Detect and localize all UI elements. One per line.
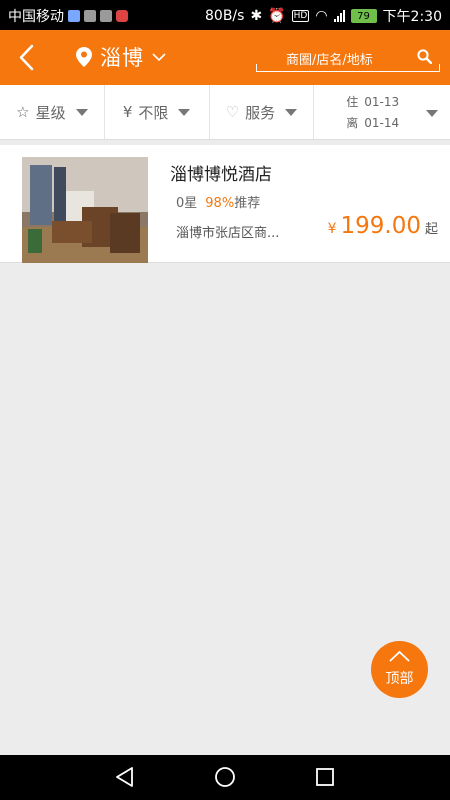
back-to-top-label: 顶部 — [385, 671, 414, 687]
status-bar: 中国移动 80B/s ✱ ⏰ HD ◠ 79 下午2:30 — [0, 0, 450, 30]
checkin-date: 01-13 — [364, 95, 400, 109]
price-amount: 199.00 — [340, 213, 421, 239]
hotel-name: 淄博博悦酒店 — [170, 165, 272, 185]
network-speed: 80B/s — [205, 8, 245, 24]
filter-dates[interactable]: 住 01-13 离 01-14 — [314, 85, 450, 139]
system-nav-bar — [0, 755, 450, 800]
hd-icon: HD — [291, 10, 310, 22]
city-name: 淄博 — [100, 46, 144, 70]
battery-icon: 79 — [350, 9, 377, 23]
filter-star-level[interactable]: ☆ 星级 — [0, 85, 105, 139]
currency-symbol: ¥ — [327, 221, 337, 237]
hotel-address: 淄博市张店区商... — [176, 226, 280, 241]
filter-service[interactable]: ♡ 服务 — [210, 85, 315, 139]
hotel-thumbnail — [22, 157, 148, 263]
sim-icon — [100, 10, 112, 22]
filter-price[interactable]: ¥ 不限 — [105, 85, 210, 139]
wifi-icon: ◠ — [315, 8, 328, 24]
price-suffix: 起 — [424, 222, 438, 237]
alarm-icon: ⏰ — [268, 8, 286, 24]
search-icon[interactable] — [417, 49, 432, 64]
caret-down-icon — [178, 108, 191, 116]
clock: 下午2:30 — [382, 9, 442, 25]
hotel-star: 0星 — [176, 196, 198, 211]
hotel-price: ¥ 199.00 起 — [328, 213, 438, 239]
chevron-down-icon — [152, 53, 166, 62]
carrier-label: 中国移动 — [8, 9, 64, 25]
search-input[interactable]: 商圈/店名/地标 — [256, 44, 440, 72]
caret-down-icon — [75, 108, 88, 116]
checkin-prefix: 住 — [346, 95, 359, 109]
yuan-icon: ¥ — [122, 103, 133, 121]
hotel-list-item[interactable]: 淄博博悦酒店 0星 98%推荐 淄博市张店区商... ¥ 199.00 起 — [0, 145, 450, 263]
nav-back-icon[interactable] — [113, 765, 137, 789]
hotel-rating: 98% — [205, 196, 235, 211]
date-range: 住 01-13 离 01-14 — [346, 93, 399, 131]
app-notification-icon — [116, 10, 128, 22]
signal-icon — [333, 10, 345, 22]
caret-down-icon — [285, 108, 298, 116]
lock-icon — [84, 10, 96, 22]
nav-home-icon[interactable] — [213, 765, 237, 789]
caret-down-icon — [426, 110, 438, 117]
back-to-top-button[interactable]: 顶部 — [371, 641, 428, 698]
back-arrow-icon — [19, 44, 34, 71]
filter-bar: ☆ 星级 ¥ 不限 ♡ 服务 住 01-13 离 01-14 — [0, 85, 450, 140]
checkout-prefix: 离 — [346, 116, 359, 130]
filter-service-label: 服务 — [245, 103, 276, 122]
filter-star-label: 星级 — [35, 103, 66, 122]
back-button[interactable] — [10, 40, 45, 75]
checkout-date: 01-14 — [364, 116, 400, 130]
star-outline-icon: ☆ — [16, 103, 30, 121]
search-placeholder: 商圈/店名/地标 — [286, 53, 373, 68]
chevron-up-icon — [389, 650, 410, 662]
notification-icon — [68, 10, 80, 22]
bluetooth-icon: ✱ — [250, 8, 263, 24]
nav-recents-icon[interactable] — [313, 765, 337, 789]
app-header: 淄博 商圈/店名/地标 — [0, 30, 450, 85]
hotel-meta: 0星 98%推荐 — [176, 192, 260, 211]
hotel-recommend: 推荐 — [234, 196, 261, 211]
location-pin-icon — [76, 47, 92, 67]
heart-outline-icon: ♡ — [225, 103, 240, 121]
filter-price-label: 不限 — [138, 103, 169, 122]
city-selector[interactable]: 淄博 — [76, 42, 166, 72]
